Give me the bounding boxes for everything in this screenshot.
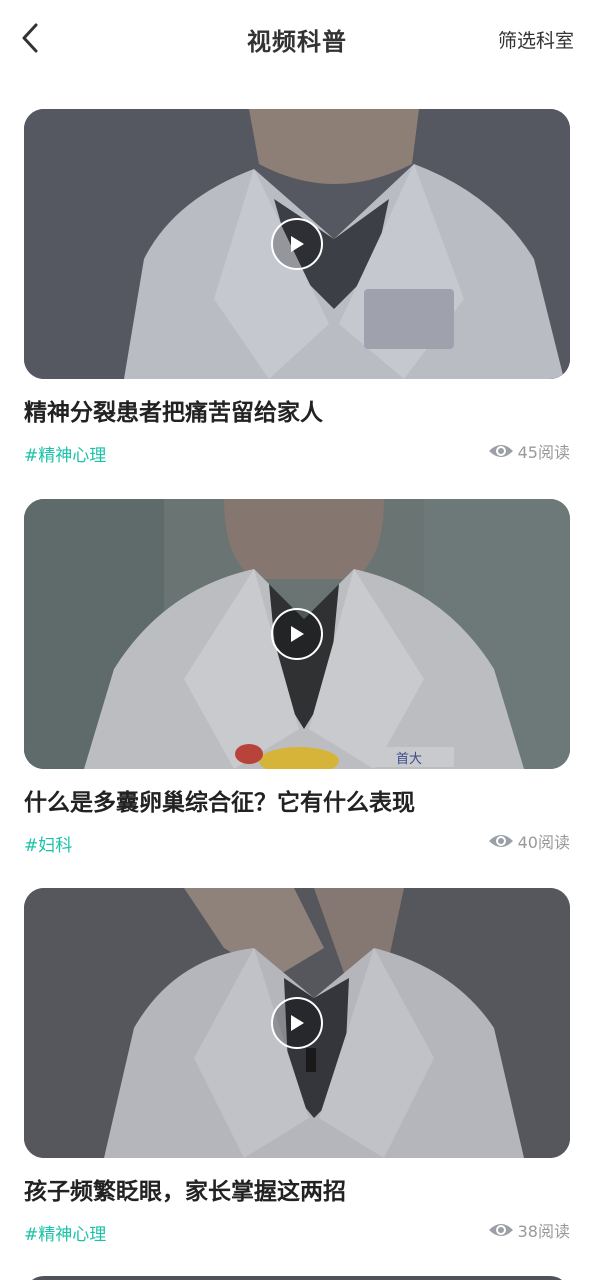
video-card[interactable]: 精神分裂患者把痛苦留给家人 #精神心理 45阅读 [24, 109, 570, 466]
video-card[interactable]: 首大 什么是多囊卵巢综合征？它有什么表现 #妇科 40阅读 [24, 499, 570, 856]
video-list-screen: 视频科普 筛选科室 精神分裂患者把痛苦留给家人 #精神心理 45阅读 首大 什么… [0, 0, 594, 1280]
video-tag[interactable]: #精神心理 [24, 1220, 106, 1245]
video-tag[interactable]: #精神心理 [24, 441, 106, 466]
view-count: 38阅读 [488, 1218, 570, 1242]
video-thumbnail[interactable] [24, 109, 570, 379]
play-button[interactable] [271, 997, 323, 1049]
play-button[interactable] [271, 218, 323, 270]
video-title[interactable]: 什么是多囊卵巢综合征？它有什么表现 [24, 783, 415, 817]
video-thumbnail[interactable]: 首大 [24, 499, 570, 769]
eye-icon [488, 835, 513, 847]
view-count-text: 45阅读 [517, 443, 570, 462]
video-title[interactable]: 精神分裂患者把痛苦留给家人 [24, 393, 323, 427]
thumbnail-badge-text: 首大 [396, 752, 422, 767]
play-button[interactable] [271, 608, 323, 660]
video-title[interactable]: 孩子频繁眨眼，家长掌握这两招 [24, 1172, 346, 1206]
video-thumbnail[interactable] [24, 888, 570, 1158]
view-count: 40阅读 [488, 829, 570, 853]
play-icon [291, 236, 304, 252]
view-count-text: 40阅读 [517, 833, 570, 852]
play-icon [291, 626, 304, 642]
eye-icon [488, 445, 513, 457]
play-icon [291, 1015, 304, 1031]
view-count: 45阅读 [488, 439, 570, 463]
view-count-text: 38阅读 [517, 1222, 570, 1241]
filter-department-button[interactable]: 筛选科室 [498, 26, 574, 53]
eye-icon [488, 1224, 513, 1236]
video-tag[interactable]: #妇科 [24, 831, 72, 856]
top-nav-bar: 视频科普 筛选科室 [0, 0, 594, 78]
video-card[interactable]: 孩子频繁眨眼，家长掌握这两招 #精神心理 38阅读 [24, 888, 570, 1245]
next-video-thumbnail-partial[interactable] [24, 1276, 570, 1280]
